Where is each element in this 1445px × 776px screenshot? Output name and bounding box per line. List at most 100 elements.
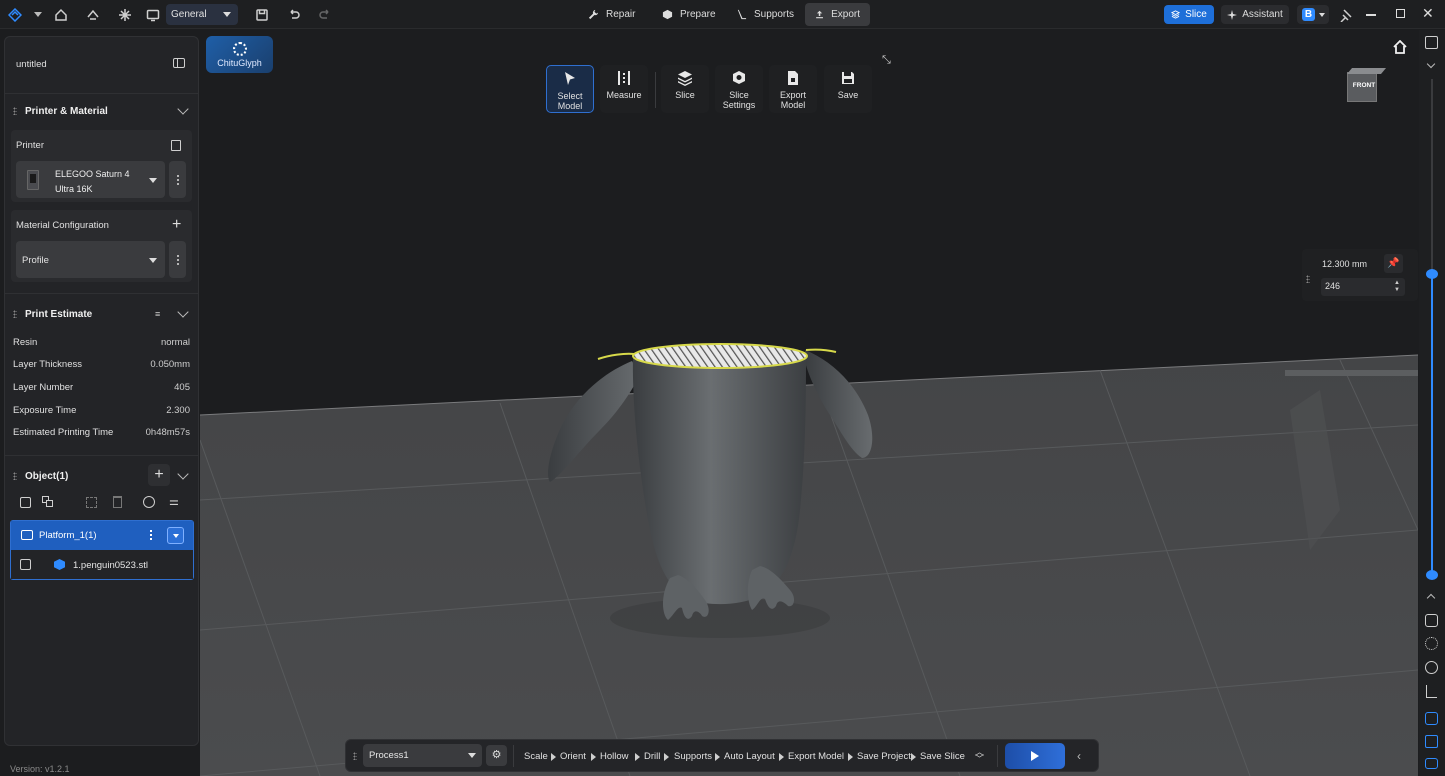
step-save-slice[interactable]: Save Slice (920, 751, 965, 762)
app-menu-chevron-icon[interactable] (34, 12, 42, 17)
tool-label: Save (837, 90, 859, 100)
3d-viewport[interactable]: ChituGlyph Select Model Measure Slice Sl… (200, 30, 1418, 776)
workspace-select-value: General (171, 9, 207, 20)
project-name: untitled (16, 59, 47, 70)
list-item[interactable]: 1.penguin0523.stl (11, 550, 193, 579)
printer-settings-icon[interactable] (171, 140, 181, 151)
step-scale[interactable]: Scale (524, 751, 548, 762)
layer-number-input[interactable]: 246 ▲ ▼ (1321, 278, 1405, 296)
model-cut-section (632, 343, 808, 369)
drag-handle-icon[interactable] (13, 472, 17, 480)
view-cube[interactable]: FRONT (1347, 68, 1387, 102)
collapse-chevron-icon[interactable] (177, 103, 189, 115)
process-bar: Process1 ⚙ Scale Orient Hollow Drill Sup… (345, 739, 1099, 772)
collapse-left-icon[interactable]: ‹ (1077, 749, 1081, 763)
divider (5, 93, 198, 94)
step-save-project[interactable]: Save Project (857, 751, 911, 762)
minimize-icon[interactable] (1366, 14, 1376, 16)
ruler-icon (618, 71, 630, 85)
printer-select[interactable]: ELEGOO Saturn 4 Ultra 16K (16, 161, 165, 198)
save-file-icon[interactable] (253, 6, 271, 24)
drag-handle-icon[interactable] (353, 752, 357, 760)
axis-icon[interactable] (1426, 685, 1437, 698)
material-icon[interactable] (84, 6, 102, 24)
add-object-button[interactable]: + (148, 464, 170, 486)
add-material-icon[interactable]: + (172, 217, 181, 233)
copy-icon[interactable] (1425, 614, 1438, 627)
tool-export-model[interactable]: Export Model (769, 65, 817, 113)
collapse-chevron-icon[interactable] (177, 306, 189, 318)
home-view-icon[interactable] (1393, 39, 1407, 54)
slice-button[interactable]: Slice (1164, 5, 1214, 24)
assistant-button[interactable]: Assistant (1221, 5, 1289, 24)
pin-layer-icon[interactable]: 📌 (1384, 254, 1403, 273)
layer-slider-top-handle[interactable] (1426, 268, 1438, 279)
chituglyph-badge[interactable]: ChituGlyph (206, 36, 273, 73)
sphere-icon[interactable] (1425, 661, 1438, 674)
profile-select[interactable]: Profile (16, 241, 165, 278)
chevron-down-icon (1319, 13, 1325, 17)
filter-settings-icon[interactable]: ⚌ (169, 496, 182, 508)
layout-icon[interactable] (1425, 712, 1438, 725)
step-auto-layout[interactable]: Auto Layout (724, 751, 775, 762)
chevron-up-icon[interactable] (1426, 593, 1436, 603)
tool-save[interactable]: Save (824, 65, 872, 113)
printer-thumbnail-icon (27, 170, 39, 190)
step-orient[interactable]: Orient (560, 751, 586, 762)
layer-slider-bottom-handle[interactable] (1426, 570, 1438, 580)
redo-icon[interactable] (316, 6, 334, 24)
collapse-chevron-icon[interactable] (177, 468, 189, 480)
restore-icon[interactable] (1396, 9, 1405, 18)
spinner-icon[interactable]: ▲ ▼ (1394, 280, 1400, 294)
step-arrow-icon (591, 753, 596, 761)
object-checkbox[interactable] (20, 559, 31, 570)
target-icon[interactable] (1425, 637, 1438, 650)
estimate-label-printing-time: Estimated Printing Time (13, 427, 114, 438)
process-select[interactable]: Process1 (363, 744, 482, 767)
step-hollow[interactable]: Hollow (600, 751, 629, 762)
close-icon[interactable]: ✕ (1422, 6, 1434, 20)
collapse-toolbar-icon[interactable]: ⤡ (882, 54, 891, 67)
tab-supports[interactable]: Supports (726, 3, 804, 26)
build-plate (200, 355, 1418, 776)
panel-toggle-icon[interactable] (173, 58, 185, 68)
tab-export[interactable]: Export (805, 3, 870, 26)
trash-icon[interactable] (113, 496, 122, 508)
workspace-select[interactable]: General (166, 4, 238, 25)
drag-handle-icon[interactable] (13, 107, 17, 115)
drag-handle-icon[interactable] (13, 310, 17, 318)
network-icon[interactable] (116, 6, 134, 24)
profile-more-button[interactable] (169, 241, 186, 278)
expand-steps-icon[interactable]: ︿ ﹀ (975, 748, 984, 764)
frame-icon[interactable] (86, 497, 97, 508)
step-export-model[interactable]: Export Model (788, 751, 844, 762)
process-settings-icon[interactable]: ⚙ (486, 745, 507, 766)
step-drill[interactable]: Drill (644, 751, 660, 762)
tool-measure[interactable]: Measure (600, 65, 648, 113)
drag-handle-icon[interactable] (1306, 275, 1310, 283)
app-logo-icon[interactable] (6, 6, 24, 24)
platform-more-icon[interactable] (149, 530, 153, 542)
chevron-down-icon[interactable] (1426, 59, 1436, 69)
platform-dropdown-button[interactable] (167, 527, 184, 544)
tab-repair[interactable]: Repair (578, 3, 645, 26)
bottom-tool-icon[interactable] (1425, 758, 1438, 769)
select-all-checkbox[interactable] (20, 497, 31, 508)
pin-icon[interactable] (1337, 6, 1355, 24)
account-menu[interactable]: B (1297, 5, 1329, 24)
tab-prepare[interactable]: Prepare (652, 3, 726, 26)
run-process-button[interactable] (1005, 743, 1065, 769)
home-icon[interactable] (52, 6, 70, 24)
tool-slice[interactable]: Slice (661, 65, 709, 113)
tool-slice-settings[interactable]: Slice Settings (715, 65, 763, 113)
list-icon[interactable]: ≡ (155, 309, 160, 319)
platform-row[interactable]: Platform_1(1) (11, 521, 193, 550)
step-supports[interactable]: Supports (674, 751, 712, 762)
undo-icon[interactable] (285, 6, 303, 24)
group-objects-icon[interactable] (42, 496, 54, 508)
printer-more-button[interactable] (169, 161, 186, 198)
palette-icon[interactable] (143, 496, 155, 508)
duplicate-icon[interactable] (1425, 735, 1438, 748)
panel-toggle-icon[interactable] (1425, 36, 1438, 49)
tool-select-model[interactable]: Select Model (546, 65, 594, 113)
